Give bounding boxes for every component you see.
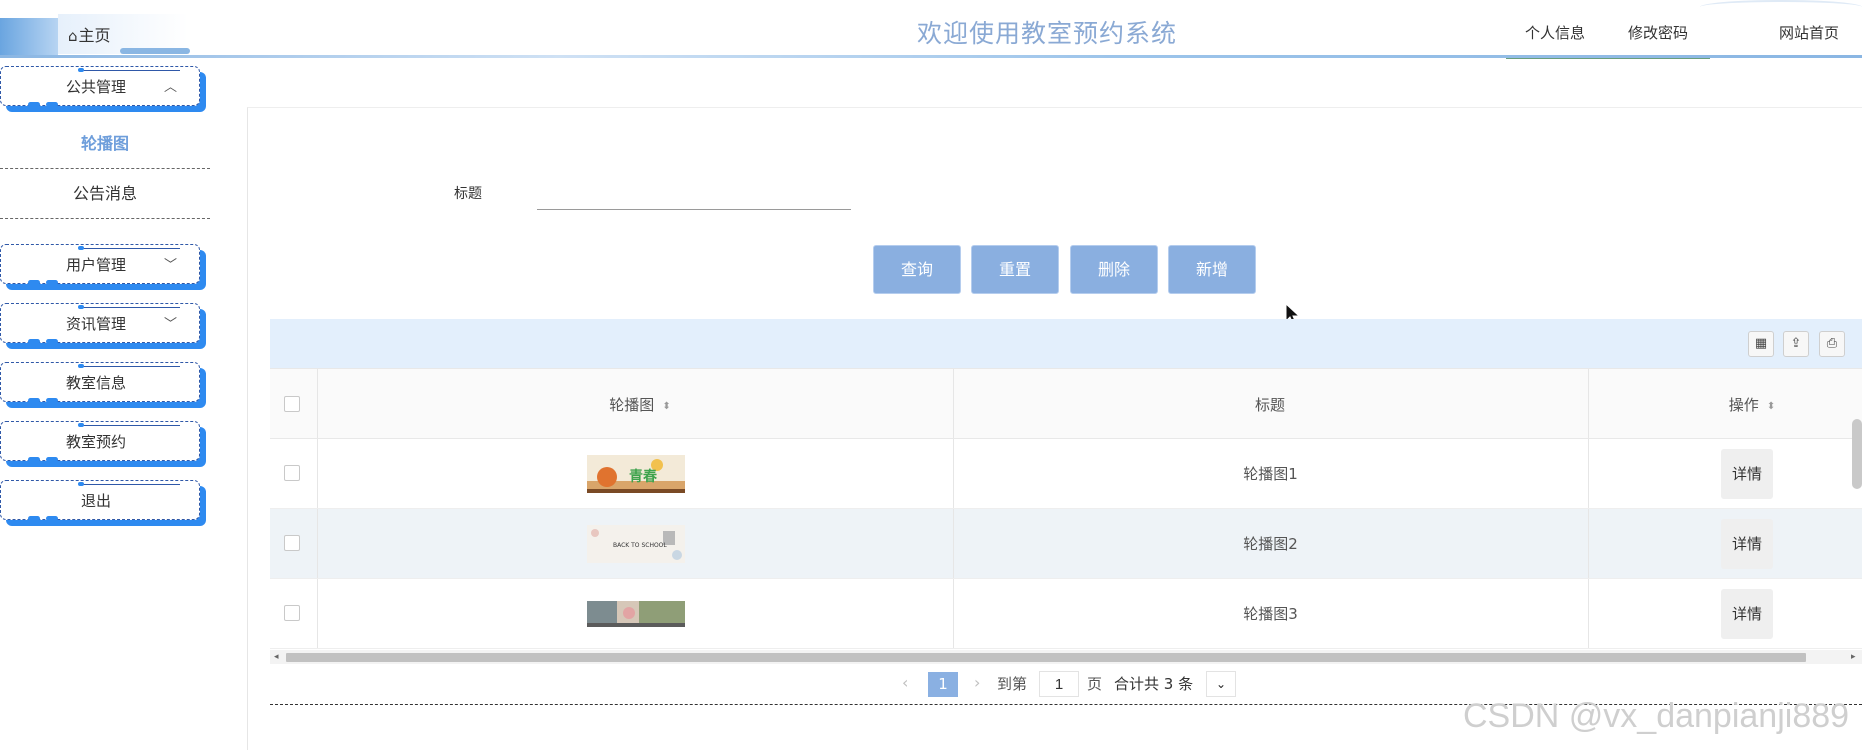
row-title: 轮播图2 [1243,535,1298,553]
sidebar-group-public[interactable]: 公共管理 ︿ [0,66,206,112]
chevron-down-icon: ⌄ [1215,677,1227,691]
table-row: 轮播图3 详情 [270,579,1862,649]
goto-prefix: 到第 [997,675,1028,693]
title-search-input[interactable] [537,180,851,210]
top-header: ⌂主页 欢迎使用教室预约系统 个人信息 修改密码 网站首页 [0,0,1862,60]
prev-page-icon[interactable]: ‹ [902,673,908,692]
sidebar-group-label: 教室预约 [65,433,126,451]
sidebar-group-users[interactable]: 用户管理 ﹀ [0,244,206,290]
add-button[interactable]: 新增 [1168,245,1256,294]
sidebar-item-carousel[interactable]: 轮播图 [0,119,210,169]
sidebar-item-classroom-booking[interactable]: 教室预约 [0,421,206,467]
table-header: 轮播图 ⬍ 标题 操作 ⬍ [270,368,1862,439]
scroll-right-icon[interactable]: ▸ [1851,650,1856,664]
column-header-action[interactable]: 操作 ⬍ [1692,394,1812,415]
chevron-up-icon: ︿ [164,80,178,95]
table-toolbar: ▦ ⇪ ⎙ [270,319,1862,368]
detail-button[interactable]: 详情 [1721,449,1773,499]
sidebar-group-label: 教室信息 [65,374,126,392]
reset-button[interactable]: 重置 [971,245,1059,294]
row-title: 轮播图1 [1243,465,1298,483]
scrollbar-thumb[interactable] [286,653,1806,662]
table-row: BACK TO SCHOOL 轮播图2 详情 [270,509,1862,579]
query-button[interactable]: 查询 [873,245,961,294]
vertical-scrollbar[interactable] [1852,419,1862,489]
page-size-select[interactable]: ⌄ [1206,671,1236,697]
next-page-icon[interactable]: › [974,673,980,692]
svg-text:青春: 青春 [629,468,658,485]
scroll-left-icon[interactable]: ◂ [274,650,279,664]
sidebar-group-label: 退出 [80,492,111,510]
nav-site-home[interactable]: 网站首页 [1779,22,1839,43]
chevron-down-icon: ﹀ [164,317,178,332]
carousel-thumbnail [587,601,685,627]
goto-suffix: 页 [1087,675,1103,693]
sort-icon: ⬍ [1766,401,1776,412]
detail-button[interactable]: 详情 [1721,519,1773,569]
column-header-image[interactable]: 轮播图 ⬍ [570,394,710,415]
horizontal-scrollbar[interactable]: ◂ ▸ [270,650,1862,664]
row-checkbox[interactable] [284,535,300,551]
delete-button[interactable]: 删除 [1070,245,1158,294]
sidebar-item-announcement[interactable]: 公告消息 [0,169,210,219]
nav-profile[interactable]: 个人信息 [1525,22,1585,43]
sidebar-group-news[interactable]: 资讯管理 ﹀ [0,303,206,349]
carousel-thumbnail: 青春 [587,455,685,493]
export-icon[interactable]: ⇪ [1783,331,1809,357]
row-checkbox[interactable] [284,465,300,481]
total-count: 合计共 3 条 [1114,675,1194,693]
sidebar-item-classroom-info[interactable]: 教室信息 [0,362,206,408]
select-all-checkbox[interactable] [284,396,300,412]
sidebar: 公共管理 ︿ 轮播图 公告消息 用户管理 ﹀ 资讯管理 ﹀ 教室信息 教室预约 … [0,62,215,750]
chevron-down-icon: ﹀ [164,258,178,273]
current-page-button[interactable]: 1 [928,672,958,697]
watermark: CSDN @vx_danpianji889 [1463,697,1850,735]
nav-change-password[interactable]: 修改密码 [1628,22,1688,43]
row-title: 轮播图3 [1243,605,1298,623]
sidebar-item-logout[interactable]: 退出 [0,480,206,526]
title-field-label: 标题 [454,186,482,202]
print-icon[interactable]: ⎙ [1819,331,1845,357]
svg-text:BACK TO SCHOOL: BACK TO SCHOOL [613,542,667,549]
detail-button[interactable]: 详情 [1721,589,1773,639]
header-decoration [1700,0,1862,14]
goto-page-input[interactable] [1039,671,1079,697]
row-checkbox[interactable] [284,605,300,621]
carousel-thumbnail: BACK TO SCHOOL [587,525,685,563]
column-header-title: 标题 [1254,396,1285,414]
sort-icon: ⬍ [662,401,671,412]
table-row: 青春 轮播图1 详情 [270,439,1862,509]
columns-icon[interactable]: ▦ [1748,331,1774,357]
header-divider [0,55,1862,58]
